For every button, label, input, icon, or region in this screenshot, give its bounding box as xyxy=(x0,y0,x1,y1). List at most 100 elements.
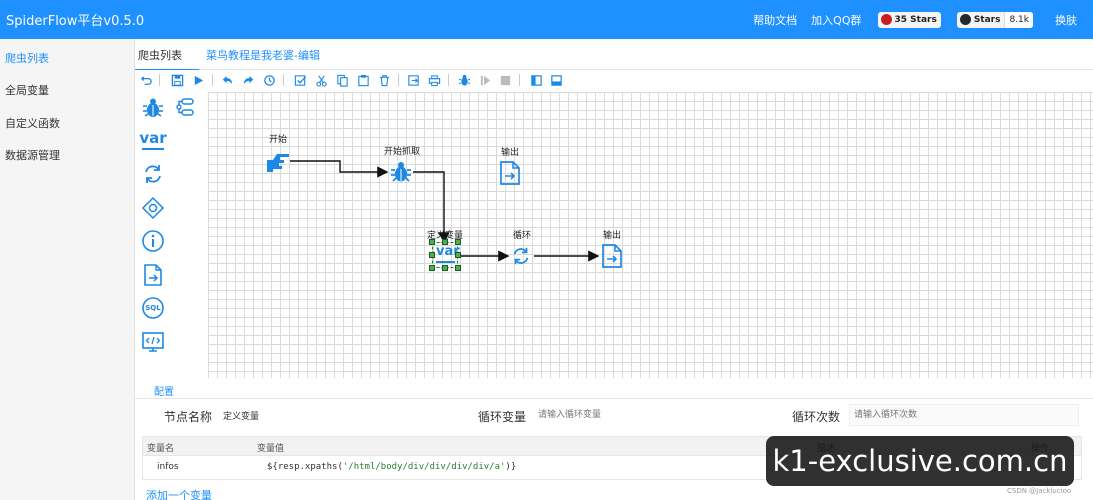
github-stars-count: 8.1k xyxy=(1004,11,1033,28)
tab-edit-crawler[interactable]: 菜鸟教程是我老婆-编辑 xyxy=(206,47,320,63)
resize-handle[interactable] xyxy=(442,239,448,245)
top-header: SpiderFlow平台v0.5.0 帮助文档 加入QQ群 35 Stars S… xyxy=(0,0,1093,39)
sidebar-item-crawler-list[interactable]: 爬虫列表 xyxy=(5,50,49,66)
skin-toggle[interactable]: 换肤 xyxy=(1055,12,1077,28)
resize-handle[interactable] xyxy=(429,239,435,245)
node-output-1-icon[interactable] xyxy=(498,160,522,189)
palette-loop-icon[interactable] xyxy=(139,160,167,188)
layout-bottom-panel-icon[interactable] xyxy=(549,73,563,87)
node-palette: var SQL xyxy=(135,92,208,378)
palette-sql-text: SQL xyxy=(145,304,161,312)
toolbar-divider xyxy=(212,74,213,86)
palette-variable-node[interactable]: var xyxy=(139,126,167,154)
palette-connector-icon[interactable] xyxy=(173,94,201,122)
loop-count-label: 循环次数 xyxy=(792,410,841,424)
resize-handle[interactable] xyxy=(429,265,435,271)
resize-handle[interactable] xyxy=(429,252,435,258)
node-label-loop: 循环 xyxy=(513,231,532,241)
github-stars-label: Stars xyxy=(973,14,1001,25)
resize-handle[interactable] xyxy=(455,265,461,271)
loop-var-input[interactable] xyxy=(534,404,764,426)
resize-handle[interactable] xyxy=(455,252,461,258)
cut-icon[interactable] xyxy=(314,73,328,87)
redo-icon[interactable] xyxy=(241,73,255,87)
toolbar-divider xyxy=(519,74,520,86)
delete-icon[interactable] xyxy=(377,73,391,87)
toolbar-divider xyxy=(398,74,399,86)
node-var-underline-icon xyxy=(436,261,455,263)
watermark-text: k1-exclusive.com.cn xyxy=(772,444,1068,478)
sidebar-item-datasource[interactable]: 数据源管理 xyxy=(5,147,60,163)
resize-handle[interactable] xyxy=(442,265,448,271)
left-sidebar: 爬虫列表 全局变量 自定义函数 数据源管理 xyxy=(0,39,135,500)
gitee-stars-text: 35 Stars xyxy=(894,14,937,25)
tab-config[interactable]: 配置 xyxy=(154,383,174,398)
palette-code-icon[interactable] xyxy=(139,328,167,356)
sidebar-item-global-vars[interactable]: 全局变量 xyxy=(5,82,49,98)
watermark-overlay: k1-exclusive.com.cn xyxy=(766,436,1074,486)
brand-title[interactable]: SpiderFlow平台v0.5.0 xyxy=(6,10,144,29)
palette-condition-icon[interactable] xyxy=(139,194,167,222)
copy-icon[interactable] xyxy=(335,73,349,87)
palette-crawl-node-icon[interactable] xyxy=(139,94,167,122)
save-icon[interactable] xyxy=(170,73,184,87)
node-output-2-icon[interactable] xyxy=(600,243,624,272)
var-name-cell[interactable]: infos xyxy=(157,462,179,472)
top-nav: 帮助文档 加入QQ群 35 Stars Stars 8.1k 换肤 xyxy=(739,0,1093,39)
resize-handle[interactable] xyxy=(455,239,461,245)
var-value-suffix: )} xyxy=(505,462,517,472)
palette-sql-node[interactable]: SQL xyxy=(139,294,167,322)
col-header-var-value: 变量值 xyxy=(257,444,285,454)
layout-left-panel-icon[interactable] xyxy=(529,73,543,87)
gitee-stars-badge[interactable]: 35 Stars xyxy=(877,11,941,28)
toolbar-divider xyxy=(159,74,160,86)
stop-icon[interactable] xyxy=(498,73,512,87)
csdn-credit: CSDN @Jacklucioo xyxy=(1007,487,1072,495)
toolbar-divider xyxy=(283,74,284,86)
gitee-icon xyxy=(880,14,892,25)
loop-count-input[interactable] xyxy=(849,404,1079,426)
palette-info-icon[interactable] xyxy=(139,227,167,255)
github-stars-badge[interactable]: Stars 8.1k xyxy=(956,11,1033,28)
export-icon[interactable] xyxy=(406,73,420,87)
var-value-string: '/html/body/div/div/div/div/a' xyxy=(342,462,506,472)
flow-connections xyxy=(290,160,600,262)
node-label-output-2: 输出 xyxy=(603,231,622,241)
help-docs-link[interactable]: 帮助文档 xyxy=(753,12,797,28)
sidebar-item-custom-functions[interactable]: 自定义函数 xyxy=(5,115,60,131)
node-label-output-1: 输出 xyxy=(501,148,520,158)
print-icon[interactable] xyxy=(427,73,441,87)
node-define-var-selected[interactable]: var xyxy=(429,239,461,271)
toolbar-divider xyxy=(448,74,449,86)
join-qq-link[interactable]: 加入QQ群 xyxy=(811,12,861,28)
back-icon[interactable] xyxy=(139,73,153,87)
tab-bar: 爬虫列表 菜鸟教程是我老婆-编辑 xyxy=(135,39,1093,70)
palette-var-text: var xyxy=(139,128,167,147)
node-crawl-spider-icon[interactable] xyxy=(388,159,414,188)
editor-toolbar xyxy=(135,70,1093,92)
var-value-cell[interactable]: ${resp.xpaths('/html/body/div/div/div/di… xyxy=(267,462,516,472)
flow-canvas[interactable]: 开始 开始抓取 输出 定义变量 var 循环 输出 xyxy=(208,92,1093,378)
edge-start-to-crawl xyxy=(290,160,389,178)
node-name-label: 节点名称 xyxy=(164,410,213,424)
add-variable-link[interactable]: 添加一个变量 xyxy=(146,487,212,500)
config-divider xyxy=(135,398,1093,399)
node-loop-icon[interactable] xyxy=(510,245,532,270)
var-underline-icon xyxy=(142,147,164,150)
node-start-hand-icon[interactable] xyxy=(265,148,291,177)
paste-icon[interactable] xyxy=(356,73,370,87)
node-name-input[interactable] xyxy=(219,404,459,426)
history-icon[interactable] xyxy=(262,73,276,87)
var-value-prefix: ${resp.xpaths( xyxy=(267,462,343,472)
palette-output-icon[interactable] xyxy=(139,261,167,289)
tab-crawler-list[interactable]: 爬虫列表 xyxy=(138,47,182,63)
resume-icon[interactable] xyxy=(478,73,492,87)
loop-var-label: 循环变量 xyxy=(478,410,527,424)
debug-icon[interactable] xyxy=(457,73,471,87)
run-icon[interactable] xyxy=(191,73,205,87)
undo-icon[interactable] xyxy=(220,73,234,87)
node-label-start: 开始 xyxy=(269,135,288,145)
select-all-icon[interactable] xyxy=(293,73,307,87)
node-label-crawl: 开始抓取 xyxy=(384,147,421,157)
col-header-var-name: 变量名 xyxy=(147,444,175,454)
